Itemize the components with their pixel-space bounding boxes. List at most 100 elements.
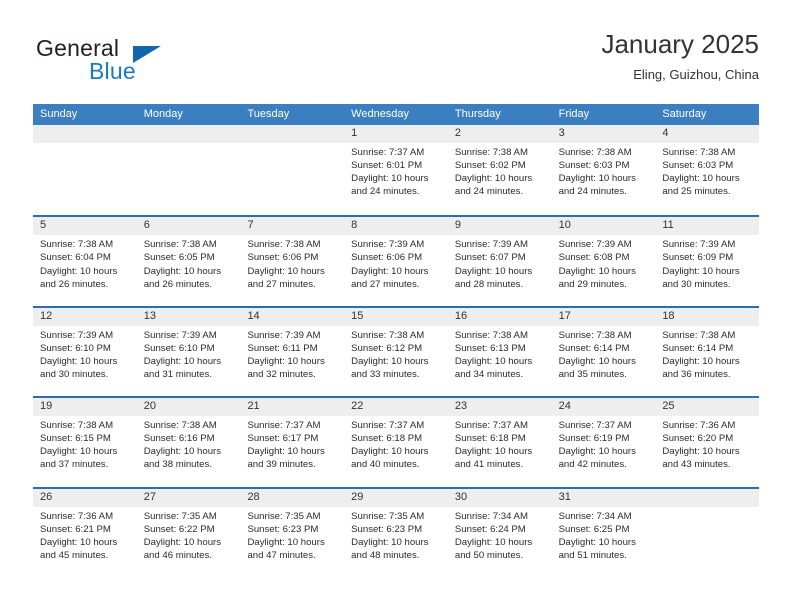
day-number: [655, 488, 760, 507]
day-number: 18: [655, 307, 760, 326]
day-info: Sunrise: 7:36 AM Sunset: 6:20 PM Dayligh…: [655, 416, 759, 471]
day-cell[interactable]: 2 Sunrise: 7:38 AM Sunset: 6:02 PM Dayli…: [447, 125, 552, 216]
day-cell[interactable]: 10 Sunrise: 7:39 AM Sunset: 6:08 PM Dayl…: [551, 217, 656, 306]
day-number: 26: [33, 488, 137, 507]
sunset-text: Sunset: 6:10 PM: [143, 342, 215, 354]
day-number: 14: [240, 307, 345, 326]
week-row: 26 Sunrise: 7:36 AM Sunset: 6:21 PM Dayl…: [33, 486, 760, 577]
weekday-header-monday: Monday: [143, 108, 183, 120]
sunrise-text: Sunrise: 7:36 AM: [662, 420, 736, 432]
day-number: 21: [240, 398, 345, 417]
sunset-text: Sunset: 6:14 PM: [558, 342, 630, 354]
day-cell[interactable]: [655, 488, 760, 577]
sunrise-text: Sunrise: 7:34 AM: [558, 510, 632, 522]
week-row: 5 Sunrise: 7:38 AM Sunset: 6:04 PM Dayli…: [33, 215, 760, 306]
day-cell[interactable]: 8 Sunrise: 7:39 AM Sunset: 6:06 PM Dayli…: [344, 217, 448, 306]
sunset-text: Sunset: 6:18 PM: [454, 433, 526, 445]
day-cell[interactable]: 29 Sunrise: 7:35 AM Sunset: 6:23 PM Dayl…: [344, 488, 448, 577]
day-cell[interactable]: 16 Sunrise: 7:38 AM Sunset: 6:13 PM Dayl…: [447, 307, 552, 397]
day-cell[interactable]: 21 Sunrise: 7:37 AM Sunset: 6:17 PM Dayl…: [240, 398, 345, 487]
day-cell[interactable]: 20 Sunrise: 7:38 AM Sunset: 6:16 PM Dayl…: [136, 398, 241, 487]
sunset-text: Sunset: 6:16 PM: [143, 433, 215, 445]
day-info: Sunrise: 7:37 AM Sunset: 6:19 PM Dayligh…: [552, 416, 656, 471]
day-cell[interactable]: 18 Sunrise: 7:38 AM Sunset: 6:14 PM Dayl…: [655, 307, 760, 397]
daylight-text-line2: and 28 minutes.: [454, 278, 524, 290]
daylight-text-line2: and 24 minutes.: [558, 186, 627, 198]
day-cell[interactable]: 15 Sunrise: 7:38 AM Sunset: 6:12 PM Dayl…: [344, 307, 448, 397]
day-cell[interactable]: 14 Sunrise: 7:39 AM Sunset: 6:11 PM Dayl…: [240, 307, 345, 397]
sunrise-text: Sunrise: 7:38 AM: [558, 329, 632, 341]
week-row: 19 Sunrise: 7:38 AM Sunset: 6:15 PM Dayl…: [33, 396, 760, 487]
weekday-header-sunday: Sunday: [40, 108, 78, 120]
sunrise-text: Sunrise: 7:37 AM: [351, 147, 425, 158]
sunrise-text: Sunrise: 7:38 AM: [40, 239, 114, 251]
sunrise-text: Sunrise: 7:35 AM: [247, 510, 321, 522]
day-cell[interactable]: 17 Sunrise: 7:38 AM Sunset: 6:14 PM Dayl…: [551, 307, 656, 397]
day-cell[interactable]: 31 Sunrise: 7:34 AM Sunset: 6:25 PM Dayl…: [551, 488, 656, 577]
day-cell[interactable]: 9 Sunrise: 7:39 AM Sunset: 6:07 PM Dayli…: [447, 217, 552, 306]
day-info: Sunrise: 7:35 AM Sunset: 6:23 PM Dayligh…: [240, 507, 344, 562]
day-cell[interactable]: 3 Sunrise: 7:38 AM Sunset: 6:03 PM Dayli…: [551, 125, 656, 216]
day-info: Sunrise: 7:35 AM Sunset: 6:22 PM Dayligh…: [137, 507, 241, 562]
day-number: 6: [136, 217, 241, 236]
daylight-text-line1: Daylight: 10 hours: [454, 265, 533, 277]
sunset-text: Sunset: 6:01 PM: [351, 160, 423, 172]
daylight-text-line2: and 26 minutes.: [143, 278, 212, 290]
day-info: [655, 507, 759, 510]
sunset-text: Sunset: 6:06 PM: [247, 252, 319, 264]
day-info: Sunrise: 7:38 AM Sunset: 6:06 PM Dayligh…: [240, 235, 344, 290]
day-info: Sunrise: 7:38 AM Sunset: 6:03 PM Dayligh…: [655, 143, 759, 198]
day-info: Sunrise: 7:38 AM Sunset: 6:13 PM Dayligh…: [448, 326, 552, 381]
day-info: Sunrise: 7:37 AM Sunset: 6:01 PM Dayligh…: [344, 143, 448, 198]
sunrise-text: Sunrise: 7:39 AM: [247, 329, 321, 341]
week-row: 1 Sunrise: 7:37 AM Sunset: 6:01 PM Dayli…: [33, 125, 760, 216]
sunrise-text: Sunrise: 7:39 AM: [454, 239, 528, 251]
weekday-header-friday: Friday: [558, 108, 590, 120]
day-cell[interactable]: [240, 125, 345, 216]
daylight-text-line1: Daylight: 10 hours: [558, 536, 636, 548]
day-cell[interactable]: 24 Sunrise: 7:37 AM Sunset: 6:19 PM Dayl…: [551, 398, 656, 487]
sunset-text: Sunset: 6:15 PM: [40, 433, 111, 445]
day-cell[interactable]: 22 Sunrise: 7:37 AM Sunset: 6:18 PM Dayl…: [344, 398, 448, 487]
daylight-text-line2: and 48 minutes.: [351, 549, 420, 561]
day-cell[interactable]: 19 Sunrise: 7:38 AM Sunset: 6:15 PM Dayl…: [33, 398, 137, 487]
daylight-text-line2: and 26 minutes.: [40, 278, 109, 290]
day-info: Sunrise: 7:38 AM Sunset: 6:14 PM Dayligh…: [552, 326, 656, 381]
day-cell[interactable]: 30 Sunrise: 7:34 AM Sunset: 6:24 PM Dayl…: [447, 488, 552, 577]
sunset-text: Sunset: 6:07 PM: [454, 252, 526, 264]
day-cell[interactable]: 25 Sunrise: 7:36 AM Sunset: 6:20 PM Dayl…: [655, 398, 760, 487]
day-cell[interactable]: 4 Sunrise: 7:38 AM Sunset: 6:03 PM Dayli…: [655, 125, 760, 216]
general-blue-logo[interactable]: General Blue: [33, 28, 253, 88]
day-cell[interactable]: [136, 125, 241, 216]
day-cell[interactable]: 27 Sunrise: 7:35 AM Sunset: 6:22 PM Dayl…: [136, 488, 241, 577]
day-cell[interactable]: 13 Sunrise: 7:39 AM Sunset: 6:10 PM Dayl…: [136, 307, 241, 397]
day-cell[interactable]: 23 Sunrise: 7:37 AM Sunset: 6:18 PM Dayl…: [447, 398, 552, 487]
day-number: 23: [447, 398, 552, 417]
day-cell[interactable]: [33, 125, 137, 216]
day-info: Sunrise: 7:39 AM Sunset: 6:08 PM Dayligh…: [552, 235, 656, 290]
day-cell[interactable]: 12 Sunrise: 7:39 AM Sunset: 6:10 PM Dayl…: [33, 307, 137, 397]
sunrise-text: Sunrise: 7:38 AM: [662, 147, 736, 158]
sunset-text: Sunset: 6:03 PM: [558, 160, 630, 172]
daylight-text-line2: and 30 minutes.: [662, 278, 731, 290]
day-cell[interactable]: 1 Sunrise: 7:37 AM Sunset: 6:01 PM Dayli…: [344, 125, 448, 216]
day-number: 15: [344, 307, 448, 326]
day-info: Sunrise: 7:38 AM Sunset: 6:12 PM Dayligh…: [344, 326, 448, 381]
day-info: [137, 143, 241, 146]
daylight-text-line2: and 29 minutes.: [558, 278, 627, 290]
sunrise-text: Sunrise: 7:35 AM: [143, 510, 217, 522]
day-number: 25: [655, 398, 760, 417]
day-info: Sunrise: 7:35 AM Sunset: 6:23 PM Dayligh…: [344, 507, 448, 562]
day-cell[interactable]: 5 Sunrise: 7:38 AM Sunset: 6:04 PM Dayli…: [33, 217, 137, 306]
day-number: 10: [551, 217, 656, 236]
day-cell[interactable]: 26 Sunrise: 7:36 AM Sunset: 6:21 PM Dayl…: [33, 488, 137, 577]
day-info: Sunrise: 7:39 AM Sunset: 6:10 PM Dayligh…: [137, 326, 241, 381]
day-cell[interactable]: 28 Sunrise: 7:35 AM Sunset: 6:23 PM Dayl…: [240, 488, 345, 577]
day-number: 7: [240, 217, 345, 236]
sunrise-text: Sunrise: 7:39 AM: [351, 239, 425, 251]
day-cell[interactable]: 7 Sunrise: 7:38 AM Sunset: 6:06 PM Dayli…: [240, 217, 345, 306]
calendar-grid: Sunday Monday Tuesday Wednesday Thursday…: [33, 104, 760, 577]
day-cell[interactable]: 11 Sunrise: 7:39 AM Sunset: 6:09 PM Dayl…: [655, 217, 760, 306]
day-cell[interactable]: 6 Sunrise: 7:38 AM Sunset: 6:05 PM Dayli…: [136, 217, 241, 306]
day-info: Sunrise: 7:38 AM Sunset: 6:14 PM Dayligh…: [655, 326, 759, 381]
